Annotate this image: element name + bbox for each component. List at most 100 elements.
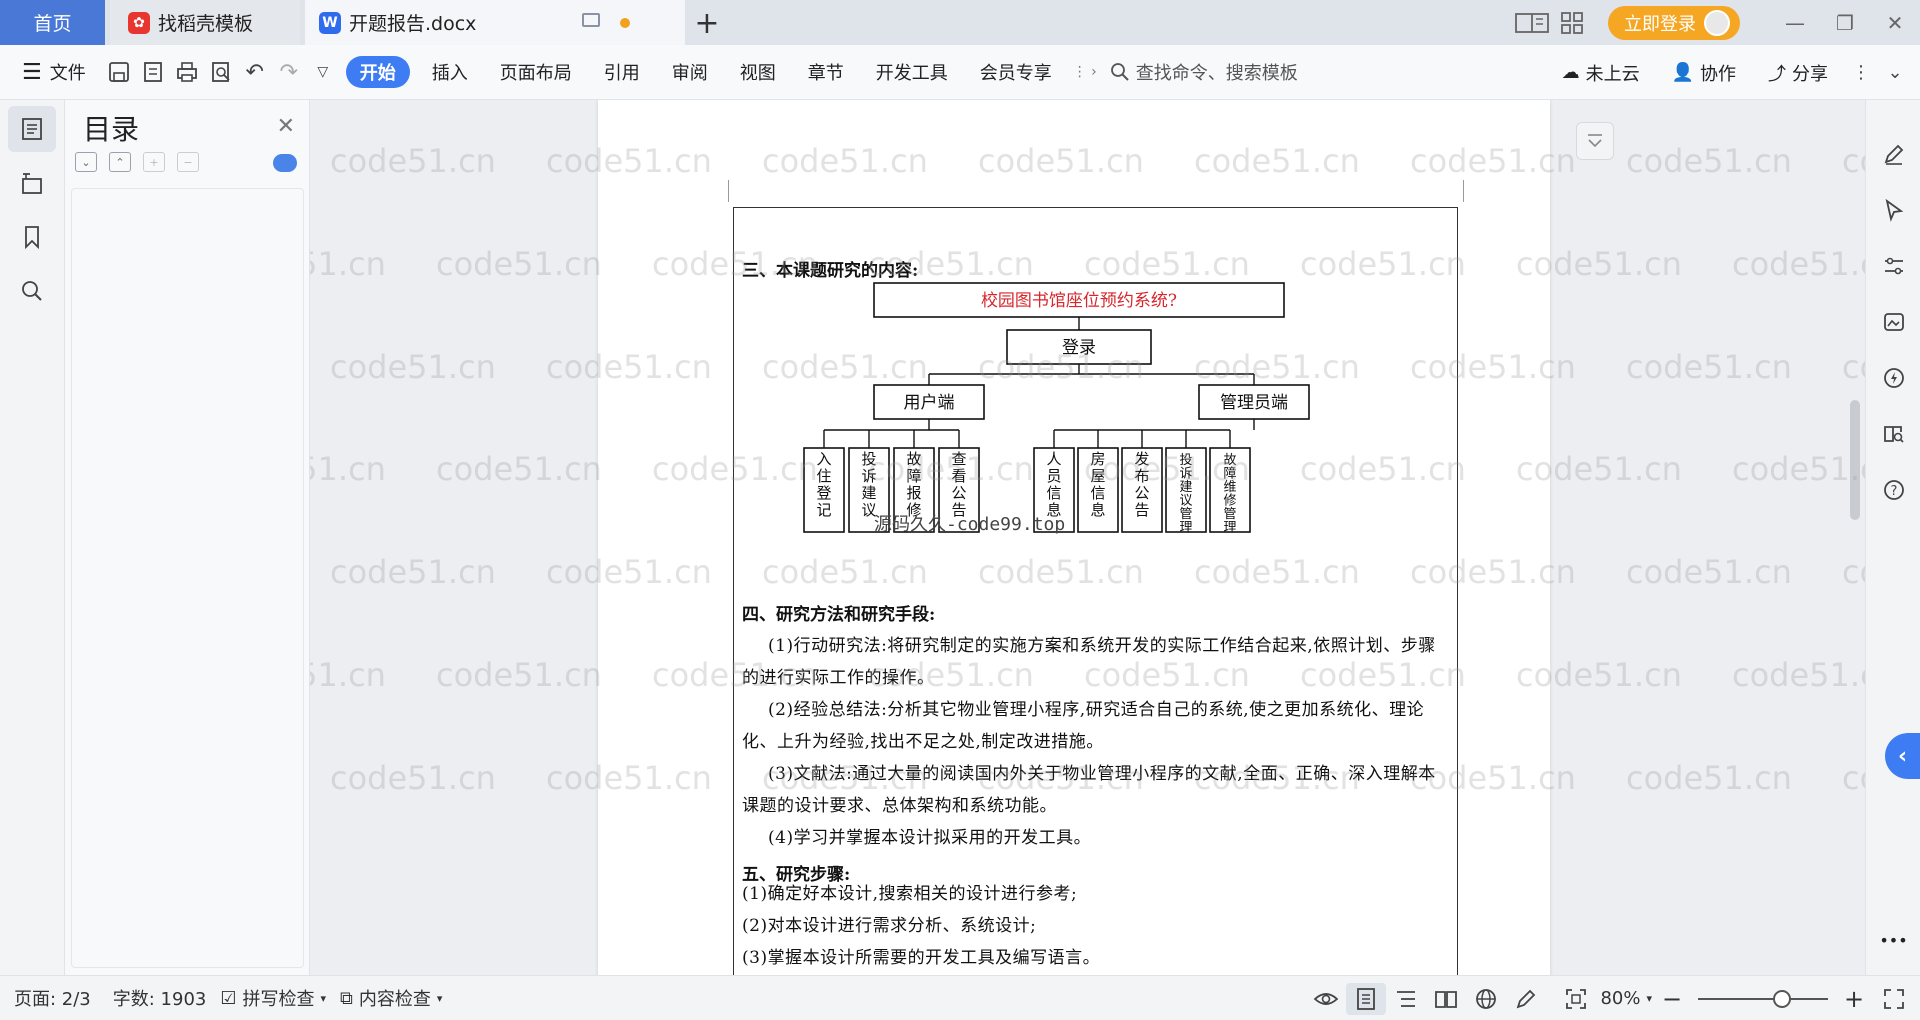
find-button[interactable] <box>8 268 56 314</box>
collapse-icon[interactable]: ⌃ <box>109 152 131 172</box>
tab-chapter[interactable]: 章节 <box>792 54 860 90</box>
zoom-out-icon[interactable]: − <box>1652 985 1692 1013</box>
print-preview-icon[interactable] <box>204 54 238 90</box>
print-icon[interactable] <box>170 54 204 90</box>
overlay-watermark: 源码久久-code99.top <box>874 514 1066 535</box>
watermark-text: code51.cn <box>1626 553 1792 591</box>
toc-panel: 目录 ✕ ⌄ ⌃ + − <box>65 100 310 975</box>
share-icon: ⤴ <box>1768 63 1786 85</box>
content-frame: 三、本课题研究的内容: 校园图书馆座位预约系统? 登录 用户端 管理员端 入住登… <box>733 207 1458 975</box>
reading-mode-icon[interactable] <box>1512 12 1552 34</box>
web-view-icon[interactable] <box>1466 988 1506 1010</box>
more-tools-icon[interactable]: ••• <box>1866 912 1920 968</box>
page-collapse-button[interactable] <box>1576 122 1614 160</box>
export-pdf-icon[interactable] <box>136 54 170 90</box>
share-button[interactable]: ⤴ 分享 <box>1752 55 1844 91</box>
left-rail <box>0 100 65 975</box>
zoom-in-icon[interactable]: + <box>1834 985 1874 1013</box>
zoom-level[interactable]: 80% ▾ <box>1600 988 1652 1009</box>
image-tool-icon[interactable] <box>1866 294 1920 350</box>
settings-sliders-icon[interactable] <box>1866 238 1920 294</box>
collapse-ribbon-icon[interactable]: ⌄ <box>1878 55 1912 91</box>
spell-check-button[interactable]: ☑ 拼写检查 ▾ <box>220 985 326 1011</box>
tab-reference[interactable]: 引用 <box>588 54 656 90</box>
smart-toc-toggle[interactable] <box>273 154 297 172</box>
more-options-icon[interactable]: ⋮ <box>1844 55 1878 91</box>
more-quick-access-icon[interactable]: ▽ <box>306 54 340 90</box>
document-canvas: 三、本课题研究的内容: 校园图书馆座位预约系统? 登录 用户端 管理员端 入住登… <box>310 100 1865 975</box>
avatar <box>1704 9 1730 36</box>
minimize-icon[interactable]: — <box>1770 11 1820 35</box>
redo-icon[interactable]: ↷ <box>272 54 306 90</box>
scrollbar-thumb[interactable] <box>1850 400 1860 520</box>
fit-page-icon[interactable] <box>1556 988 1596 1010</box>
tab-member[interactable]: 会员专享 <box>964 54 1068 90</box>
command-search[interactable]: 查找命令、搜索模板 <box>1110 59 1298 85</box>
cloud-icon: ☁ <box>1561 62 1580 83</box>
expand-icon[interactable]: ⌄ <box>75 152 97 172</box>
tab-layout[interactable]: 页面布局 <box>484 54 588 90</box>
navigation-button[interactable] <box>8 160 56 206</box>
close-icon[interactable]: ✕ <box>277 114 295 139</box>
reading-view-icon[interactable] <box>1426 989 1466 1009</box>
eye-protection-icon[interactable] <box>1306 989 1346 1009</box>
cloud-button[interactable]: ☁ 未上云 <box>1546 55 1656 91</box>
pen-icon[interactable] <box>1866 126 1920 182</box>
tab-templates[interactable]: ✿ 找稻壳模板 <box>110 0 300 45</box>
bookmark-icon <box>25 226 39 249</box>
tab-start[interactable]: 开始 <box>345 56 410 88</box>
apps-grid-icon[interactable] <box>1552 11 1592 34</box>
watermark-text: code51.cn <box>310 245 386 283</box>
help-icon[interactable]: ? <box>1866 462 1920 518</box>
watermark-text: code51.cn <box>310 450 386 488</box>
close-icon[interactable]: ✕ <box>1870 11 1920 35</box>
section4-heading: 四、研究方法和研究手段: <box>742 605 936 625</box>
file-menu[interactable]: ☰ 文件 <box>0 54 102 90</box>
new-tab-button[interactable]: + <box>692 6 722 41</box>
watermark-text: code51.cn <box>330 142 496 180</box>
content-check-button[interactable]: ⧉ 内容检查 ▾ <box>340 985 442 1011</box>
diagram-admin-label: 管理员端 <box>1220 393 1288 413</box>
fullscreen-icon[interactable] <box>1874 988 1914 1010</box>
remove-heading-icon[interactable]: − <box>177 152 199 172</box>
toc-panel-button[interactable] <box>8 106 56 152</box>
zoom-slider-knob[interactable] <box>1773 989 1791 1008</box>
tab-devtools[interactable]: 开发工具 <box>860 54 964 90</box>
collab-button[interactable]: 👤 协作 <box>1656 55 1752 91</box>
more-tabs-icon[interactable]: ⋮ › <box>1068 54 1102 90</box>
bookmark-button[interactable] <box>8 214 56 260</box>
admin-leaf-label: 人员信息 <box>1046 450 1061 519</box>
watermark-text: code51.cn <box>330 553 496 591</box>
reading-check-icon[interactable] <box>1866 406 1920 462</box>
undo-icon[interactable]: ↶ <box>238 54 272 90</box>
watermark-text: code51.cn <box>330 759 496 797</box>
tab-review[interactable]: 审阅 <box>656 54 724 90</box>
tab-document-label: 开题报告.docx <box>349 13 477 35</box>
outline-icon <box>22 173 42 194</box>
save-icon[interactable] <box>102 54 136 90</box>
zoom-slider[interactable] <box>1698 989 1828 1008</box>
outline-view-icon[interactable] <box>1386 989 1426 1009</box>
tab-home[interactable]: 首页 <box>0 0 105 45</box>
tab-document[interactable]: W 开题报告.docx <box>305 0 685 45</box>
vertical-scrollbar[interactable] <box>1845 100 1865 975</box>
restore-icon[interactable]: ❐ <box>1820 11 1870 35</box>
user-leaf-label: 入住登记 <box>816 450 831 519</box>
watermark-text: code51.cn <box>436 656 602 694</box>
write-mode-icon[interactable] <box>1506 988 1546 1010</box>
toolbar-right: ☁ 未上云 👤 协作 ⤴ 分享 ⋮ ⌄ <box>1546 45 1920 100</box>
search-icon <box>22 281 42 301</box>
ai-assistant-icon[interactable] <box>1866 350 1920 406</box>
word-count[interactable]: 字数: 1903 <box>113 985 207 1011</box>
page-view-icon[interactable] <box>1346 982 1387 1015</box>
monitor-icon[interactable] <box>582 13 600 27</box>
watermark-text: code51.cn <box>1626 348 1792 386</box>
select-cursor-icon[interactable] <box>1866 182 1920 238</box>
tab-view[interactable]: 视图 <box>724 54 792 90</box>
add-heading-icon[interactable]: + <box>143 152 165 172</box>
page-indicator[interactable]: 页面: 2/3 <box>14 985 91 1011</box>
step-1: (1)确定好本设计,搜索相关的设计进行参考; <box>742 884 1078 904</box>
login-button[interactable]: 立即登录 <box>1608 5 1740 40</box>
admin-leaf-label: 房屋信息 <box>1090 450 1105 519</box>
tab-insert[interactable]: 插入 <box>416 54 484 90</box>
